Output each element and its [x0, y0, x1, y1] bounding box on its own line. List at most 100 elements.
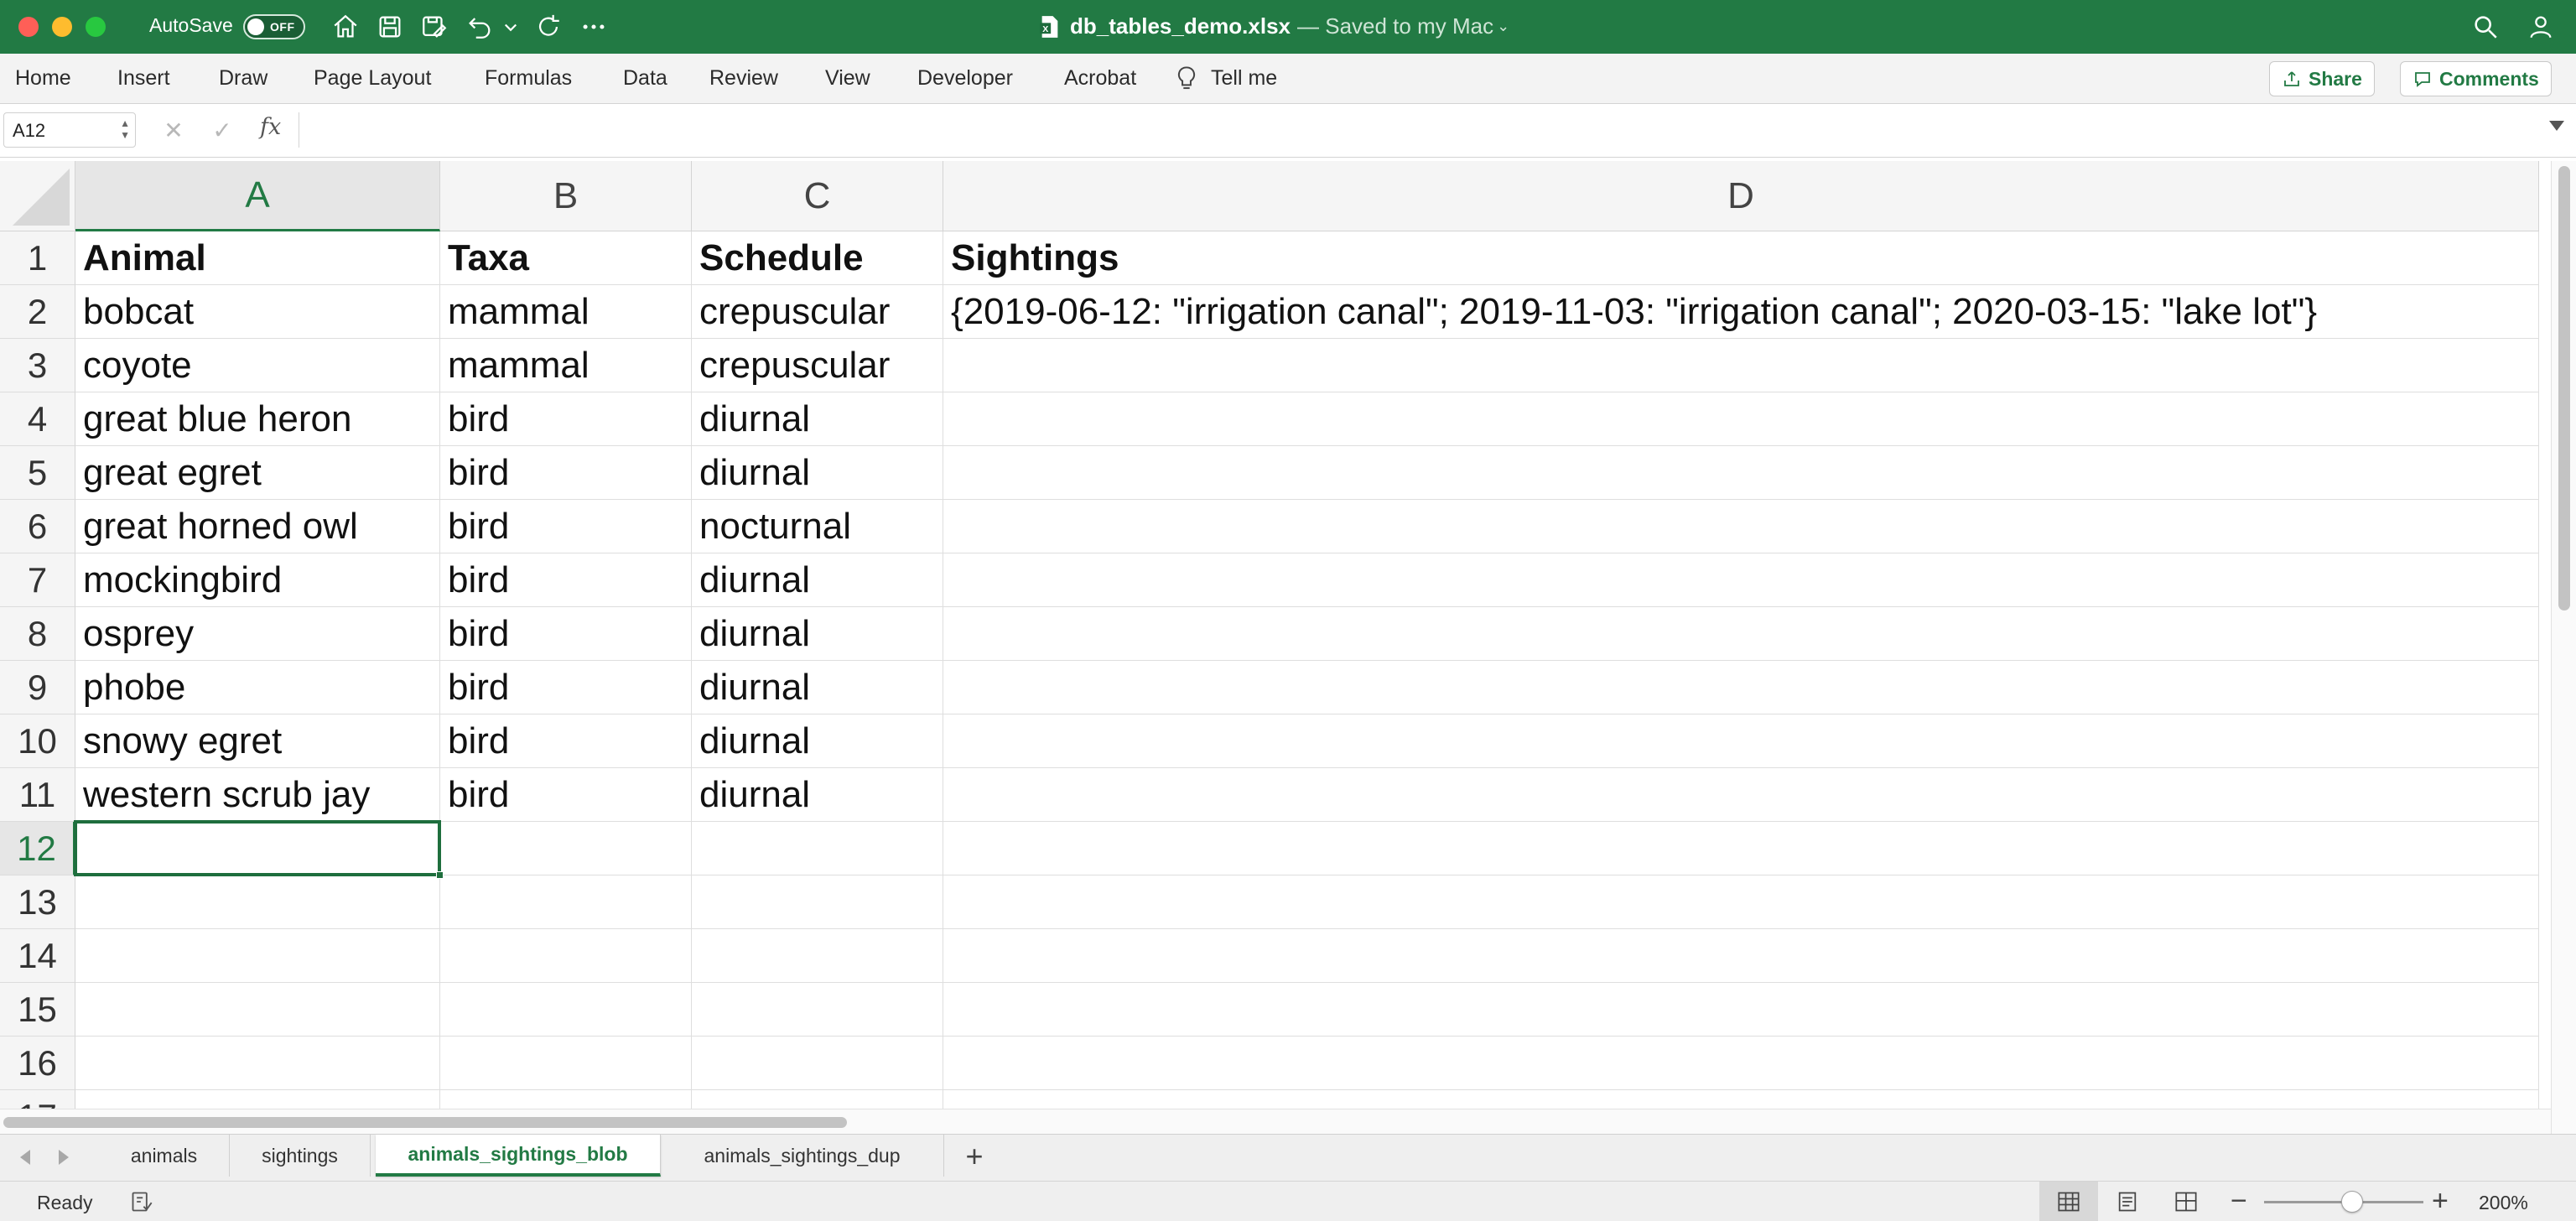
- table-cell[interactable]: [440, 822, 692, 875]
- row-header-7[interactable]: 7: [0, 553, 75, 607]
- table-cell[interactable]: [943, 607, 2539, 661]
- row-header-10[interactable]: 10: [0, 714, 75, 768]
- table-cell[interactable]: [943, 929, 2539, 983]
- zoom-level[interactable]: 200%: [2479, 1192, 2528, 1214]
- table-cell[interactable]: [440, 983, 692, 1037]
- row-header-6[interactable]: 6: [0, 500, 75, 553]
- accessibility-check-icon[interactable]: [129, 1190, 154, 1213]
- table-cell[interactable]: [692, 875, 943, 929]
- minimize-window-button[interactable]: [52, 17, 72, 37]
- row-header-3[interactable]: 3: [0, 339, 75, 392]
- column-title-cell[interactable]: Sightings: [943, 231, 2539, 285]
- account-icon[interactable]: [2524, 10, 2558, 44]
- table-cell[interactable]: bird: [440, 768, 692, 822]
- table-cell[interactable]: [440, 1037, 692, 1090]
- save-as-icon[interactable]: [418, 10, 451, 44]
- table-cell[interactable]: bird: [440, 553, 692, 607]
- row-header-16[interactable]: 16: [0, 1037, 75, 1090]
- vertical-scrollbar[interactable]: [2551, 161, 2576, 1134]
- cancel-entry-icon[interactable]: ✕: [159, 116, 188, 144]
- table-cell[interactable]: [943, 1037, 2539, 1090]
- table-cell[interactable]: coyote: [75, 339, 440, 392]
- row-header-2[interactable]: 2: [0, 285, 75, 339]
- table-cell[interactable]: bird: [440, 714, 692, 768]
- table-cell[interactable]: {2019-06-12: "irrigation canal"; 2019-11…: [943, 285, 2539, 339]
- tab-page-layout[interactable]: Page Layout: [314, 66, 431, 91]
- table-cell[interactable]: [692, 1037, 943, 1090]
- table-cell[interactable]: [440, 875, 692, 929]
- add-sheet-button[interactable]: +: [956, 1138, 993, 1175]
- zoom-in-button[interactable]: +: [2432, 1185, 2449, 1218]
- table-cell[interactable]: crepuscular: [692, 339, 943, 392]
- table-cell[interactable]: diurnal: [692, 553, 943, 607]
- column-title-cell[interactable]: Schedule: [692, 231, 943, 285]
- more-icon[interactable]: [577, 10, 610, 44]
- table-cell[interactable]: snowy egret: [75, 714, 440, 768]
- undo-icon[interactable]: [463, 10, 496, 44]
- table-cell[interactable]: [943, 875, 2539, 929]
- table-cell[interactable]: [943, 822, 2539, 875]
- row-header-8[interactable]: 8: [0, 607, 75, 661]
- table-cell[interactable]: bird: [440, 446, 692, 500]
- row-header-4[interactable]: 4: [0, 392, 75, 446]
- table-cell[interactable]: nocturnal: [692, 500, 943, 553]
- tab-view[interactable]: View: [825, 66, 870, 91]
- zoom-slider-knob[interactable]: [2340, 1191, 2363, 1213]
- name-box[interactable]: A12 ▲ ▼: [3, 112, 136, 148]
- table-cell[interactable]: [943, 392, 2539, 446]
- table-cell[interactable]: crepuscular: [692, 285, 943, 339]
- select-all-button[interactable]: [0, 161, 75, 231]
- search-icon[interactable]: [2469, 10, 2502, 44]
- table-cell[interactable]: diurnal: [692, 607, 943, 661]
- table-cell[interactable]: great horned owl: [75, 500, 440, 553]
- horizontal-scrollbar[interactable]: [0, 1109, 2551, 1134]
- expand-formula-bar-icon[interactable]: [2549, 121, 2564, 131]
- table-cell[interactable]: great egret: [75, 446, 440, 500]
- row-header-1[interactable]: 1: [0, 231, 75, 285]
- table-cell[interactable]: bird: [440, 500, 692, 553]
- table-cell[interactable]: [75, 875, 440, 929]
- vertical-scroll-thumb[interactable]: [2558, 166, 2570, 610]
- table-cell[interactable]: [943, 714, 2539, 768]
- row-header-17[interactable]: 17: [0, 1090, 75, 1109]
- tab-developer[interactable]: Developer: [917, 66, 1013, 91]
- column-header-a[interactable]: A: [75, 161, 440, 231]
- normal-view-icon[interactable]: [2039, 1182, 2098, 1221]
- row-header-15[interactable]: 15: [0, 983, 75, 1037]
- column-header-d[interactable]: D: [943, 161, 2539, 231]
- save-icon[interactable]: [373, 10, 407, 44]
- table-cell[interactable]: [943, 768, 2539, 822]
- table-cell[interactable]: [440, 1090, 692, 1109]
- home-icon[interactable]: [329, 10, 362, 44]
- zoom-window-button[interactable]: [86, 17, 106, 37]
- fill-handle[interactable]: [436, 871, 444, 879]
- row-header-9[interactable]: 9: [0, 661, 75, 714]
- sheet-tab-animals-sightings-blob[interactable]: animals_sightings_blob: [376, 1135, 661, 1177]
- table-cell[interactable]: [943, 339, 2539, 392]
- table-cell[interactable]: [692, 929, 943, 983]
- table-cell[interactable]: [75, 1090, 440, 1109]
- sheet-tab-animals[interactable]: animals: [99, 1135, 230, 1177]
- table-cell[interactable]: [75, 1037, 440, 1090]
- table-cell[interactable]: [943, 553, 2539, 607]
- comments-button[interactable]: Comments: [2400, 61, 2552, 96]
- insert-function-icon[interactable]: fx: [260, 114, 281, 140]
- share-button[interactable]: Share: [2269, 61, 2375, 96]
- table-cell[interactable]: [75, 929, 440, 983]
- zoom-out-button[interactable]: −: [2231, 1185, 2247, 1218]
- table-cell[interactable]: mammal: [440, 285, 692, 339]
- table-cell[interactable]: diurnal: [692, 714, 943, 768]
- row-header-5[interactable]: 5: [0, 446, 75, 500]
- table-cell[interactable]: [943, 446, 2539, 500]
- table-cell[interactable]: mockingbird: [75, 553, 440, 607]
- table-cell[interactable]: diurnal: [692, 661, 943, 714]
- name-box-spinner-icon[interactable]: ▲ ▼: [120, 117, 130, 141]
- tab-review[interactable]: Review: [709, 66, 778, 91]
- table-cell[interactable]: [75, 983, 440, 1037]
- tab-insert[interactable]: Insert: [117, 66, 170, 91]
- row-header-13[interactable]: 13: [0, 875, 75, 929]
- table-cell[interactable]: diurnal: [692, 446, 943, 500]
- table-cell[interactable]: osprey: [75, 607, 440, 661]
- row-header-14[interactable]: 14: [0, 929, 75, 983]
- spreadsheet-grid[interactable]: A B C D 1 Animal Taxa Schedule Sightings 2 bobcat m…: [0, 161, 2551, 1109]
